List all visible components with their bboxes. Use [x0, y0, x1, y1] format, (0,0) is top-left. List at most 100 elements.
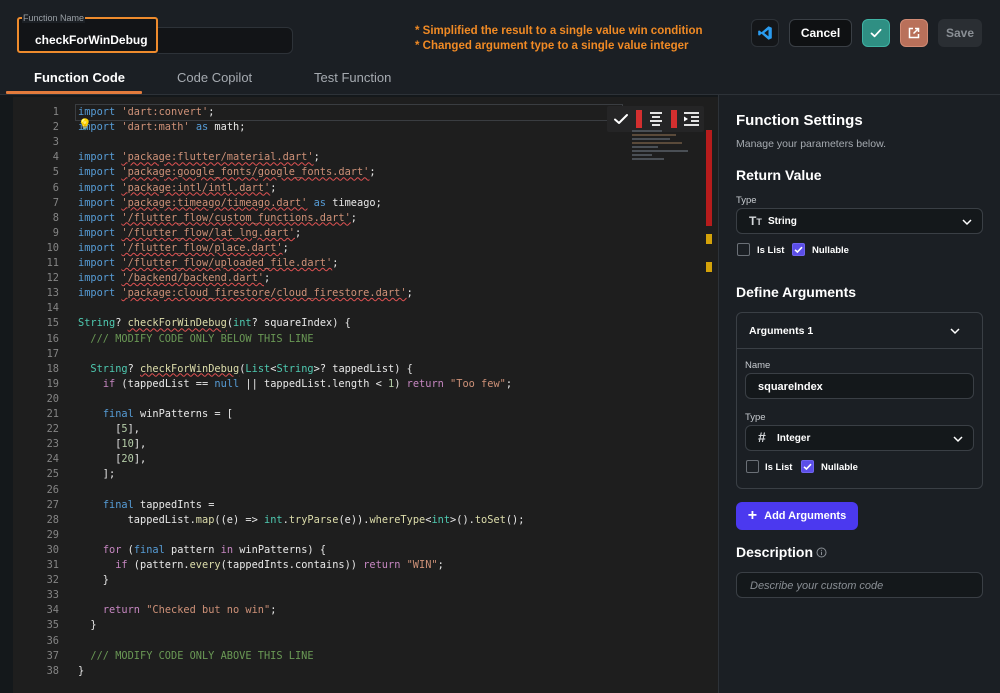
editor-minimap[interactable] — [628, 120, 698, 180]
code-line: 33 — [13, 588, 633, 603]
panel-subtitle: Manage your parameters below. — [736, 138, 886, 150]
line-number: 4 — [52, 151, 59, 164]
code-line: 30 for (final pattern in winPatterns) { — [13, 543, 633, 558]
code-text: /// MODIFY CODE ONLY ABOVE THIS LINE — [78, 649, 314, 662]
argument-is-list-label: Is List — [765, 462, 793, 473]
code-text: final tappedInts = — [102, 498, 215, 511]
change-note: * Changed argument type to a single valu… — [415, 40, 689, 52]
confirm-button[interactable] — [862, 19, 890, 47]
code-text: import '/flutter_flow/lat_lng.dart'; — [78, 226, 302, 239]
vscode-button[interactable] — [751, 19, 779, 47]
code-text: String? checkForWinDebug(int? squareInde… — [78, 317, 351, 330]
code-line: 38} — [13, 664, 633, 679]
code-text: ]; — [78, 468, 116, 481]
line-number: 18 — [46, 362, 59, 375]
line-number: 10 — [46, 241, 59, 254]
argument-is-list-checkbox[interactable] — [746, 460, 759, 473]
code-text: import '/flutter_flow/uploaded_file.dart… — [78, 257, 339, 269]
plus-icon: + — [747, 507, 758, 524]
external-link-icon — [908, 27, 920, 39]
vscode-icon — [758, 26, 772, 40]
code-text: String? checkForWinDebug(List<String>? t… — [90, 362, 413, 375]
code-line: 37 /// MODIFY CODE ONLY ABOVE THIS LINE — [13, 649, 633, 664]
argument-nullable-label: Nullable — [821, 462, 858, 473]
open-external-button[interactable] — [900, 19, 928, 47]
check-icon — [803, 463, 812, 471]
code-line: 35 } — [13, 618, 633, 633]
line-number: 1 — [52, 106, 59, 118]
tab-function-code[interactable]: Function Code — [34, 70, 125, 86]
line-number: 14 — [46, 302, 59, 315]
editor-scrollbar[interactable] — [706, 120, 712, 290]
add-arguments-label: Add Arguments — [764, 510, 847, 522]
function-name-label: Function Name — [22, 13, 86, 23]
code-line: 4 import 'package:flutter/material.dart'; — [13, 150, 633, 165]
text-type-icon: TT — [749, 214, 762, 228]
function-name-field[interactable]: Function Name checkForWinDebug — [17, 13, 158, 53]
code-line: 20 — [13, 392, 633, 407]
argument-type-dropdown[interactable]: # Integer — [745, 425, 974, 451]
function-name-input-extension[interactable] — [158, 27, 293, 54]
argument-type-label: Type — [745, 412, 766, 423]
return-is-list-label: Is List — [757, 245, 785, 256]
info-icon[interactable] — [816, 547, 827, 558]
code-line: 17 — [13, 347, 633, 362]
code-line: 16 /// MODIFY CODE ONLY BELOW THIS LINE — [13, 332, 633, 347]
chevron-down-icon — [950, 328, 960, 335]
lightbulb-icon[interactable]: 💡 — [78, 119, 92, 132]
code-line: 1 import 'dart:convert'; — [13, 105, 633, 120]
line-number: 13 — [46, 287, 59, 300]
return-type-value: String — [768, 216, 797, 227]
code-editor[interactable]: 1 import 'dart:convert'; 2 import 'dart:mat… — [13, 97, 718, 693]
tab-code-copilot[interactable]: Code Copilot — [177, 70, 252, 86]
code-line: 26 — [13, 483, 633, 498]
argument-name-input[interactable]: squareIndex — [745, 373, 974, 399]
code-line: 31 if (pattern.every(tappedInts.contains… — [13, 558, 633, 573]
code-text: import 'dart:math' as math; — [78, 121, 246, 134]
description-input[interactable]: Describe your custom code — [736, 572, 983, 598]
code-line: 2 import 'dart:math' as math; — [13, 120, 633, 135]
code-line: 32 } — [13, 573, 633, 588]
warning-overview-marker — [706, 234, 712, 244]
code-line: 23 [10], — [13, 437, 633, 452]
add-arguments-button[interactable]: + Add Arguments — [736, 502, 858, 530]
code-line: 15 String? checkForWinDebug(int? squareIn… — [13, 316, 633, 331]
code-line: 14 — [13, 301, 633, 316]
check-icon — [794, 246, 803, 254]
tab-test-function[interactable]: Test Function — [314, 70, 391, 86]
check-icon — [870, 28, 882, 38]
return-nullable-checkbox[interactable] — [792, 243, 805, 256]
code-text: /// MODIFY CODE ONLY BELOW THIS LINE — [78, 332, 314, 345]
minimap-line — [632, 130, 662, 132]
save-button[interactable]: Save — [938, 19, 982, 47]
code-line: 21 final winPatterns = [ — [13, 407, 633, 422]
argument-card-header[interactable]: Arguments 1 — [737, 313, 982, 349]
code-line: 13 import 'package:cloud_firestore/cloud_… — [13, 286, 633, 301]
argument-nullable-checkbox[interactable] — [801, 460, 814, 473]
cancel-button[interactable]: Cancel — [789, 19, 852, 47]
line-number: 12 — [46, 272, 59, 285]
code-text: import 'package:flutter/material.dart'; — [78, 151, 320, 164]
line-number: 2 — [52, 121, 59, 134]
argument-name-value: squareIndex — [758, 381, 823, 393]
code-text: return "Checked but no win"; — [102, 604, 277, 617]
line-number: 26 — [46, 483, 59, 496]
app-window: Function Name checkForWinDebug * Simplif… — [0, 0, 1000, 693]
minimap-line — [632, 134, 676, 136]
function-name-value[interactable]: checkForWinDebug — [35, 33, 148, 47]
code-line: 12 import '/backend/backend.dart'; — [13, 271, 633, 286]
return-type-dropdown[interactable]: TT String — [736, 208, 983, 234]
code-line: 34 return "Checked but no win"; — [13, 603, 633, 618]
line-number: 9 — [52, 226, 59, 239]
line-number: 31 — [46, 559, 59, 571]
return-is-list-checkbox[interactable] — [737, 243, 750, 256]
line-number: 38 — [46, 664, 59, 677]
line-number: 30 — [46, 543, 59, 556]
argument-name-label: Name — [745, 360, 771, 371]
code-text: tappedList.map((e) => int.tryParse(e)).w… — [78, 513, 525, 526]
line-number: 15 — [46, 317, 59, 330]
line-number: 6 — [52, 181, 59, 194]
code-line: 19 if (tappedList == null || tappedList.… — [13, 377, 633, 392]
code-line: 6 import 'package:intl/intl.dart'; — [13, 181, 633, 196]
line-number: 29 — [46, 528, 59, 541]
